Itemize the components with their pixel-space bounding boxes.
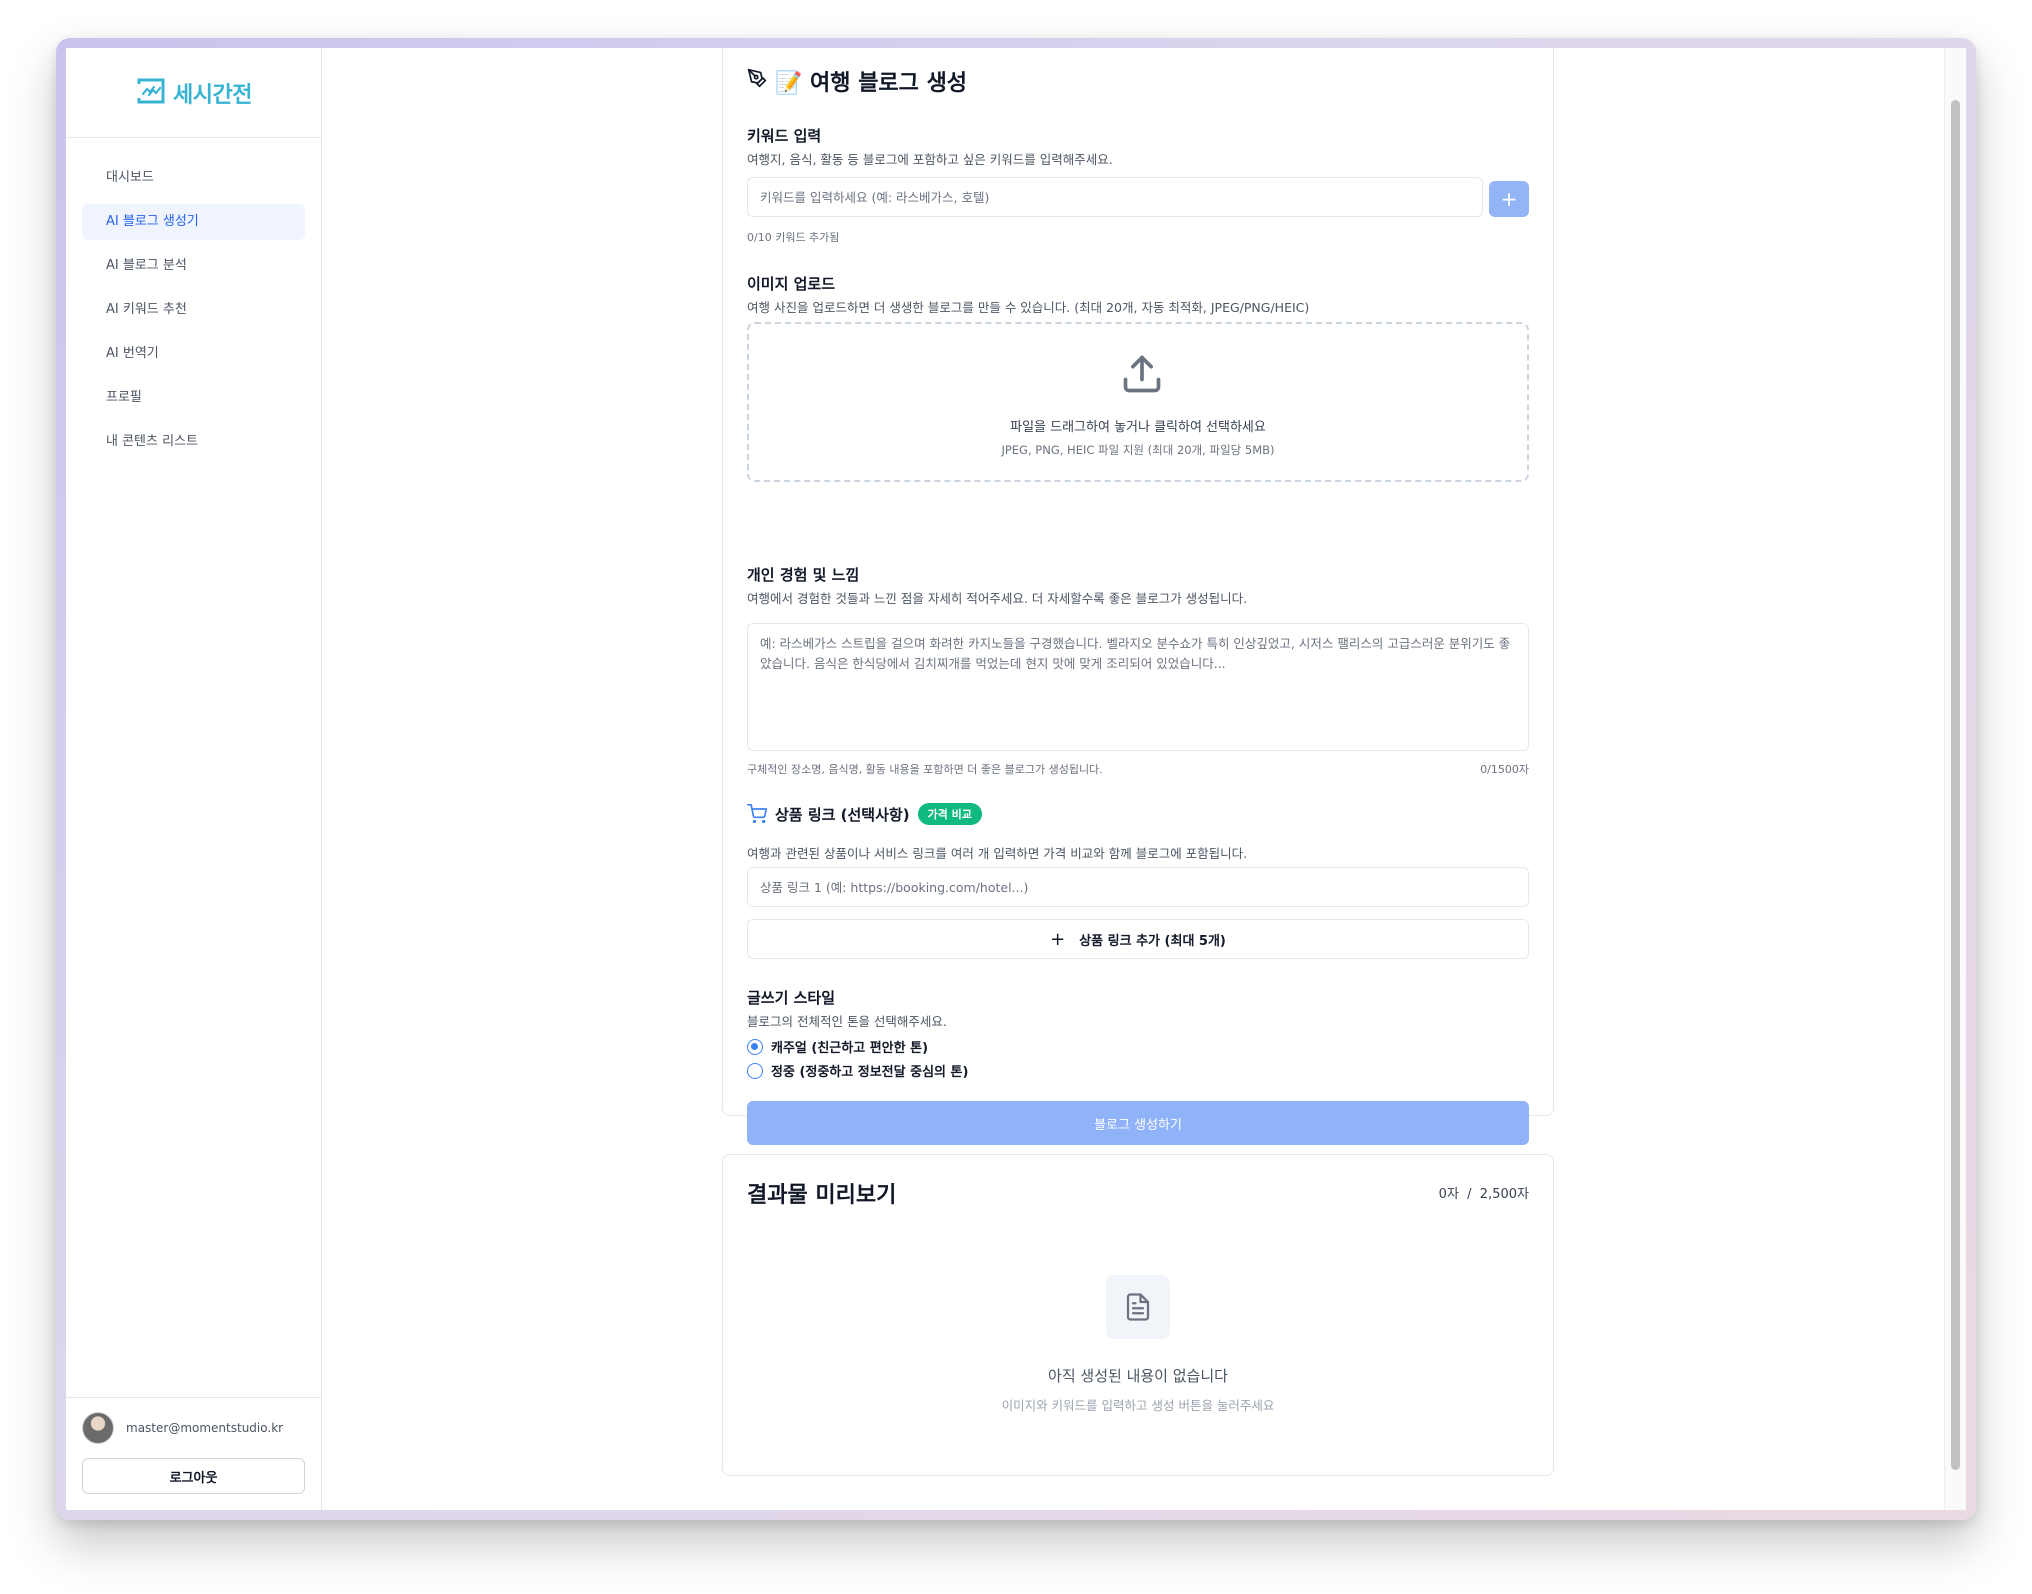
- experience-section-desc: 여행에서 경험한 것들과 느낀 점을 자세히 적어주세요. 더 자세할수록 좋은…: [747, 591, 1248, 606]
- sidebar-item-blog-generator[interactable]: AI 블로그 생성기: [82, 204, 305, 240]
- dropzone-formats: JPEG, PNG, HEIC 파일 지원 (최대 20개, 파일당 5MB): [1001, 443, 1275, 457]
- document-icon: [1106, 1275, 1170, 1339]
- experience-char-count: 0/1500자: [1480, 763, 1529, 776]
- sidebar: 세시간전 대시보드 AI 블로그 생성기 AI 블로그 분석 AI 키워드 추천…: [66, 48, 322, 1510]
- preview-card: 결과물 미리보기 0자 / 2,500자 아직 생성된 내용이 없습니다 이미지…: [722, 1154, 1554, 1476]
- image-section-title: 이미지 업로드: [747, 275, 836, 293]
- scrollbar-thumb[interactable]: [1951, 100, 1960, 1470]
- form-title: 📝 여행 블로그 생성: [747, 65, 967, 97]
- add-keyword-button[interactable]: +: [1489, 181, 1529, 217]
- empty-state-subtitle: 이미지와 키워드를 입력하고 생성 버튼을 눌러주세요: [1001, 1398, 1275, 1413]
- sidebar-item-dashboard[interactable]: 대시보드: [82, 160, 305, 196]
- sidebar-nav: 대시보드 AI 블로그 생성기 AI 블로그 분석 AI 키워드 추천 AI 번…: [66, 138, 321, 490]
- scrollbar[interactable]: [1944, 48, 1966, 1510]
- logout-button[interactable]: 로그아웃: [82, 1458, 305, 1494]
- style-option-polite[interactable]: 정중 (정중하고 정보전달 중심의 톤): [747, 1061, 968, 1080]
- product-link-input[interactable]: [747, 867, 1529, 907]
- keyword-input[interactable]: [747, 177, 1483, 217]
- avatar: [82, 1412, 114, 1444]
- upload-icon: [1120, 352, 1164, 400]
- sidebar-item-profile[interactable]: 프로필: [82, 380, 305, 416]
- logo-icon: [135, 76, 167, 110]
- keyword-section-desc: 여행지, 음식, 활동 등 블로그에 포함하고 싶은 키워드를 입력해주세요.: [747, 152, 1113, 167]
- empty-state-title: 아직 생성된 내용이 없습니다: [1048, 1367, 1228, 1385]
- cart-icon: [747, 804, 767, 824]
- add-product-link-label: 상품 링크 추가 (최대 5개): [1079, 933, 1226, 949]
- price-compare-badge: 가격 비교: [917, 803, 982, 825]
- sidebar-item-blog-analysis[interactable]: AI 블로그 분석: [82, 248, 305, 284]
- product-section-header: 상품 링크 (선택사항) 가격 비교: [747, 803, 982, 825]
- keyword-count-hint: 0/10 키워드 추가됨: [747, 231, 840, 244]
- browser-window: 세시간전 대시보드 AI 블로그 생성기 AI 블로그 분석 AI 키워드 추천…: [66, 48, 1966, 1510]
- blog-form-card: 📝 여행 블로그 생성 키워드 입력 여행지, 음식, 활동 등 블로그에 포함…: [722, 48, 1554, 1145]
- style-section-title: 글쓰기 스타일: [747, 989, 836, 1007]
- radio-polite[interactable]: [747, 1062, 763, 1079]
- keyword-section-title: 키워드 입력: [747, 127, 822, 145]
- dropzone-instruction: 파일을 드래그하여 놓거나 클릭하여 선택하세요: [1010, 420, 1266, 435]
- experience-textarea[interactable]: [747, 623, 1529, 751]
- sidebar-item-keyword-recommend[interactable]: AI 키워드 추천: [82, 292, 305, 328]
- style-option-casual[interactable]: 캐주얼 (친근하고 편안한 톤): [747, 1037, 928, 1056]
- radio-casual[interactable]: [747, 1038, 763, 1055]
- sidebar-footer: master@momentstudio.kr 로그아웃: [66, 1397, 321, 1510]
- logo[interactable]: 세시간전: [66, 48, 321, 138]
- style-section-desc: 블로그의 전체적인 톤을 선택해주세요.: [747, 1014, 947, 1029]
- sidebar-item-content-list[interactable]: 내 콘텐츠 리스트: [82, 424, 305, 460]
- image-section-desc: 여행 사진을 업로드하면 더 생생한 블로그를 만들 수 있습니다. (최대 2…: [747, 300, 1310, 315]
- experience-section-title: 개인 경험 및 느낌: [747, 566, 860, 584]
- logo-text: 세시간전: [173, 82, 252, 108]
- sidebar-item-translator[interactable]: AI 번역기: [82, 336, 305, 372]
- image-dropzone[interactable]: 파일을 드래그하여 놓거나 클릭하여 선택하세요 JPEG, PNG, HEIC…: [747, 322, 1529, 482]
- product-section-desc: 여행과 관련된 상품이나 서비스 링크를 여러 개 입력하면 가격 비교와 함께…: [747, 846, 1248, 861]
- preview-char-count: 0자 / 2,500자: [1438, 1187, 1529, 1202]
- pen-icon: [747, 68, 767, 94]
- generate-blog-button[interactable]: 블로그 생성하기: [747, 1101, 1529, 1145]
- add-product-link-button[interactable]: + 상품 링크 추가 (최대 5개): [747, 919, 1529, 959]
- plus-icon: +: [1050, 928, 1066, 950]
- user-email: master@momentstudio.kr: [126, 1421, 284, 1435]
- product-section-title: 상품 링크 (선택사항): [775, 805, 910, 824]
- style-option-casual-label: 캐주얼 (친근하고 편안한 톤): [771, 1041, 929, 1056]
- style-option-polite-label: 정중 (정중하고 정보전달 중심의 톤): [771, 1065, 969, 1080]
- experience-hint: 구체적인 장소명, 음식명, 활동 내용을 포함하면 더 좋은 블로그가 생성됩…: [747, 763, 1103, 776]
- form-title-text: 📝 여행 블로그 생성: [775, 71, 968, 96]
- preview-title: 결과물 미리보기: [747, 1183, 897, 1208]
- user-info: master@momentstudio.kr: [82, 1412, 305, 1444]
